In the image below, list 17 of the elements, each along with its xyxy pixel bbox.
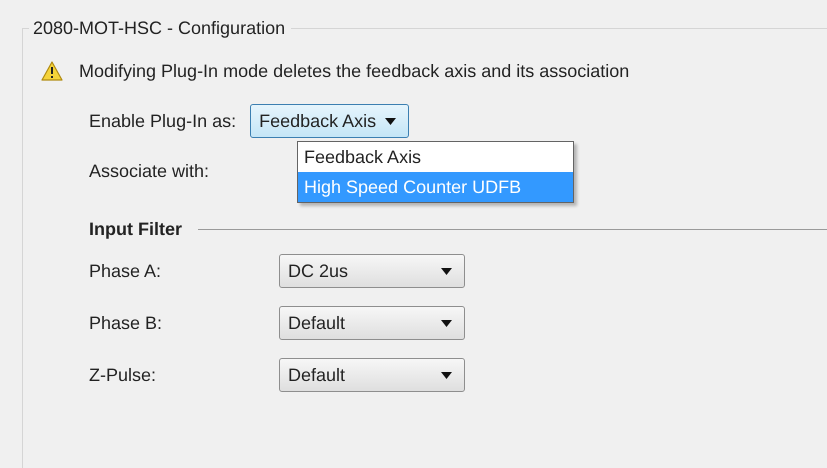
warning-text: Modifying Plug-In mode deletes the feedback axis and its association: [79, 60, 630, 82]
caret-icon: [441, 320, 452, 326]
dropdown-option[interactable]: Feedback Axis: [298, 142, 573, 172]
filter-dropdown[interactable]: Default: [279, 358, 465, 392]
filter-dropdown[interactable]: Default: [279, 306, 465, 340]
caret-icon: [441, 268, 452, 274]
caret-icon: [441, 372, 452, 378]
caret-icon: [385, 118, 396, 124]
field-label: Z-Pulse:: [89, 364, 158, 386]
section-title: Input Filter: [89, 219, 182, 240]
field-label: Associate with:: [89, 160, 210, 182]
field-label: Phase A:: [89, 260, 162, 282]
plugin-dropdown[interactable]: Feedback Axis: [250, 104, 410, 138]
warning-icon: [41, 61, 63, 81]
filter-dropdown[interactable]: DC 2us: [279, 254, 465, 288]
field-label: Enable Plug-In as:: [89, 110, 236, 132]
field-label: Phase B:: [89, 312, 164, 334]
